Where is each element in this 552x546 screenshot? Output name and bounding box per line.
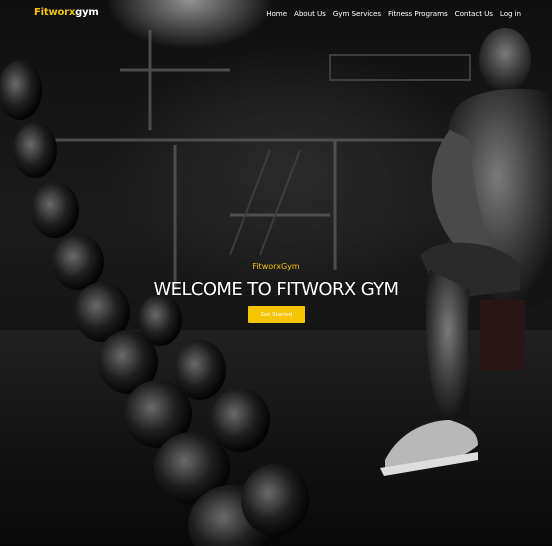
get-started-button[interactable]: Get Started <box>248 306 305 323</box>
hero-background <box>0 0 552 546</box>
nav-about-us[interactable]: About Us <box>294 9 326 18</box>
nav-gym-services[interactable]: Gym Services <box>333 9 381 18</box>
hero-headline: WELCOME TO FITWORX GYM <box>153 279 399 300</box>
nav-contact-us[interactable]: Contact Us <box>455 9 493 18</box>
nav-home[interactable]: Home <box>266 9 287 18</box>
logo-prefix: Fitworx <box>34 7 76 18</box>
hero-kicker: FitworxGym <box>252 262 300 271</box>
hero-photo <box>0 28 552 546</box>
main-nav: Home About Us Gym Services Fitness Progr… <box>259 9 521 18</box>
site-logo[interactable]: Fitworxgym <box>34 7 99 18</box>
top-navbar: Fitworxgym Home About Us Gym Services Fi… <box>0 0 552 28</box>
logo-suffix: gym <box>75 7 99 18</box>
nav-log-in[interactable]: Log in <box>500 9 521 18</box>
nav-fitness-programs[interactable]: Fitness Programs <box>388 9 448 18</box>
